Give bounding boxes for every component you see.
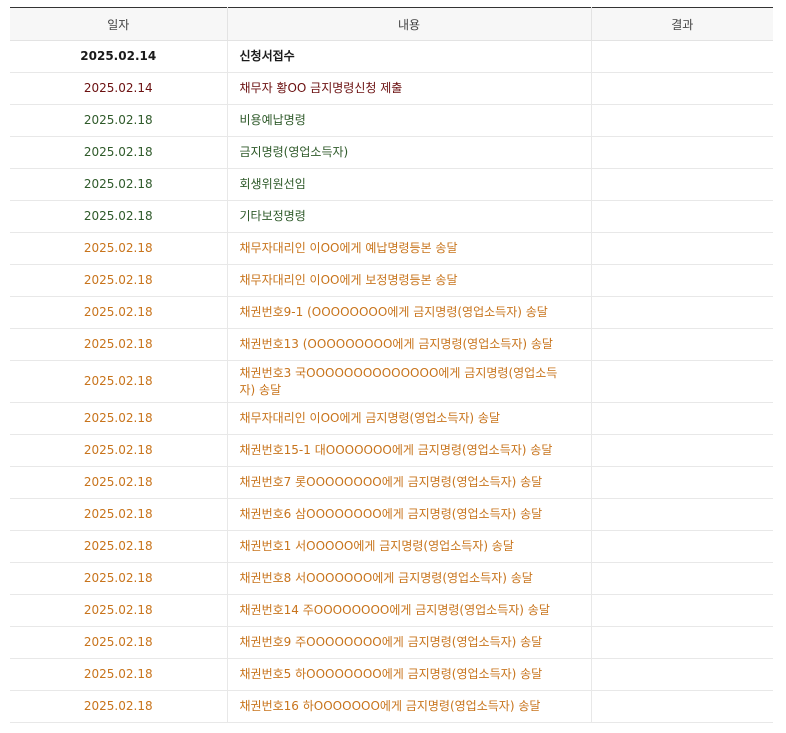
- row-content: 채권번호13 (OOOOOOOOO에게 금지명령(영업소득자) 송달: [227, 328, 592, 361]
- row-result: [591, 690, 773, 723]
- row-result: [591, 466, 773, 499]
- row-date: 2025.02.18: [10, 200, 228, 233]
- header-content: 내용: [227, 7, 592, 41]
- row-result: [591, 232, 773, 265]
- table-row: 2025.02.18 채권번호16 하OOOOOOO에게 금지명령(영업소득자)…: [10, 690, 773, 723]
- row-date: 2025.02.18: [10, 562, 228, 595]
- row-content: 채무자대리인 이OO에게 보정명령등본 송달: [227, 264, 592, 297]
- row-date: 2025.02.18: [10, 402, 228, 435]
- row-date: 2025.02.18: [10, 104, 228, 137]
- table-row: 2025.02.18 채권번호1 서OOOOO에게 금지명령(영업소득자) 송달: [10, 530, 773, 563]
- row-content: 채무자대리인 이OO에게 예납명령등본 송달: [227, 232, 592, 265]
- row-date: 2025.02.18: [10, 328, 228, 361]
- row-result: [591, 434, 773, 467]
- row-content: 비용예납명령: [227, 104, 592, 137]
- row-content: 채권번호7 롯OOOOOOOO에게 금지명령(영업소득자) 송달: [227, 466, 592, 499]
- row-date: 2025.02.14: [10, 72, 228, 105]
- row-date: 2025.02.18: [10, 434, 228, 467]
- row-content: 채무자 황OO 금지명령신청 제출: [227, 72, 592, 105]
- row-date: 2025.02.18: [10, 466, 228, 499]
- table-header-row: 일자 내용 결과: [10, 7, 773, 41]
- table-row: 2025.02.18 채무자대리인 이OO에게 예납명령등본 송달: [10, 232, 773, 265]
- row-content: 채권번호3 국OOOOOOOOOOOOOO에게 금지명령(영업소득자) 송달: [227, 360, 592, 403]
- row-result: [591, 562, 773, 595]
- row-date: 2025.02.18: [10, 498, 228, 531]
- table-row: 2025.02.18 채권번호3 국OOOOOOOOOOOOOO에게 금지명령(…: [10, 360, 773, 403]
- table-row: 2025.02.18 비용예납명령: [10, 104, 773, 137]
- row-date: 2025.02.18: [10, 168, 228, 201]
- row-result: [591, 402, 773, 435]
- row-content: 채권번호8 서OOOOOOO에게 금지명령(영업소득자) 송달: [227, 562, 592, 595]
- row-date: 2025.02.18: [10, 296, 228, 329]
- table-row: 2025.02.18 채권번호8 서OOOOOOO에게 금지명령(영업소득자) …: [10, 562, 773, 595]
- table-row: 2025.02.18 채권번호15-1 대OOOOOOO에게 금지명령(영업소득…: [10, 434, 773, 467]
- row-content: 채권번호1 서OOOOO에게 금지명령(영업소득자) 송달: [227, 530, 592, 563]
- row-result: [591, 498, 773, 531]
- table-row: 2025.02.14 신청서접수: [10, 40, 773, 73]
- table-row: 2025.02.18 채무자대리인 이OO에게 금지명령(영업소득자) 송달: [10, 402, 773, 435]
- row-content: 채권번호9-1 (OOOOOOOO에게 금지명령(영업소득자) 송달: [227, 296, 592, 329]
- row-content: 채권번호15-1 대OOOOOOO에게 금지명령(영업소득자) 송달: [227, 434, 592, 467]
- table-row: 2025.02.18 금지명령(영업소득자): [10, 136, 773, 169]
- row-result: [591, 264, 773, 297]
- row-result: [591, 200, 773, 233]
- row-content: 회생위원선임: [227, 168, 592, 201]
- row-date: 2025.02.18: [10, 264, 228, 297]
- row-date: 2025.02.18: [10, 690, 228, 723]
- row-result: [591, 626, 773, 659]
- table-row: 2025.02.18 채권번호5 하OOOOOOOO에게 금지명령(영업소득자)…: [10, 658, 773, 691]
- row-result: [591, 328, 773, 361]
- row-content: 채권번호16 하OOOOOOO에게 금지명령(영업소득자) 송달: [227, 690, 592, 723]
- row-result: [591, 104, 773, 137]
- row-content: 기타보정명령: [227, 200, 592, 233]
- row-result: [591, 658, 773, 691]
- table-row: 2025.02.18 채권번호13 (OOOOOOOOO에게 금지명령(영업소득…: [10, 328, 773, 361]
- row-date: 2025.02.18: [10, 530, 228, 563]
- header-date: 일자: [10, 7, 228, 41]
- row-result: [591, 360, 773, 403]
- row-content: 채권번호9 주OOOOOOOO에게 금지명령(영업소득자) 송달: [227, 626, 592, 659]
- row-content: 채권번호5 하OOOOOOOO에게 금지명령(영업소득자) 송달: [227, 658, 592, 691]
- row-result: [591, 594, 773, 627]
- row-result: [591, 530, 773, 563]
- table-row: 2025.02.18 채권번호7 롯OOOOOOOO에게 금지명령(영업소득자)…: [10, 466, 773, 499]
- row-date: 2025.02.14: [10, 40, 228, 73]
- case-progress-table-container: 일자 내용 결과 2025.02.14 신청서접수 2025.02.14 채무자…: [10, 7, 773, 723]
- row-content: 신청서접수: [227, 40, 592, 73]
- row-result: [591, 72, 773, 105]
- row-result: [591, 296, 773, 329]
- row-date: 2025.02.18: [10, 658, 228, 691]
- row-content: 채권번호6 삼OOOOOOOO에게 금지명령(영업소득자) 송달: [227, 498, 592, 531]
- row-date: 2025.02.18: [10, 136, 228, 169]
- table-row: 2025.02.18 채무자대리인 이OO에게 보정명령등본 송달: [10, 264, 773, 297]
- row-content: 채권번호14 주OOOOOOOO에게 금지명령(영업소득자) 송달: [227, 594, 592, 627]
- header-result: 결과: [591, 7, 773, 41]
- table-row: 2025.02.18 채권번호9 주OOOOOOOO에게 금지명령(영업소득자)…: [10, 626, 773, 659]
- table-row: 2025.02.14 채무자 황OO 금지명령신청 제출: [10, 72, 773, 105]
- table-row: 2025.02.18 기타보정명령: [10, 200, 773, 233]
- table-row: 2025.02.18 회생위원선임: [10, 168, 773, 201]
- row-date: 2025.02.18: [10, 232, 228, 265]
- row-date: 2025.02.18: [10, 360, 228, 403]
- row-result: [591, 40, 773, 73]
- row-date: 2025.02.18: [10, 594, 228, 627]
- row-date: 2025.02.18: [10, 626, 228, 659]
- row-content: 금지명령(영업소득자): [227, 136, 592, 169]
- row-result: [591, 136, 773, 169]
- row-content: 채무자대리인 이OO에게 금지명령(영업소득자) 송달: [227, 402, 592, 435]
- case-progress-table: 일자 내용 결과 2025.02.14 신청서접수 2025.02.14 채무자…: [10, 7, 773, 723]
- table-row: 2025.02.18 채권번호6 삼OOOOOOOO에게 금지명령(영업소득자)…: [10, 498, 773, 531]
- table-row: 2025.02.18 채권번호14 주OOOOOOOO에게 금지명령(영업소득자…: [10, 594, 773, 627]
- table-row: 2025.02.18 채권번호9-1 (OOOOOOOO에게 금지명령(영업소득…: [10, 296, 773, 329]
- row-result: [591, 168, 773, 201]
